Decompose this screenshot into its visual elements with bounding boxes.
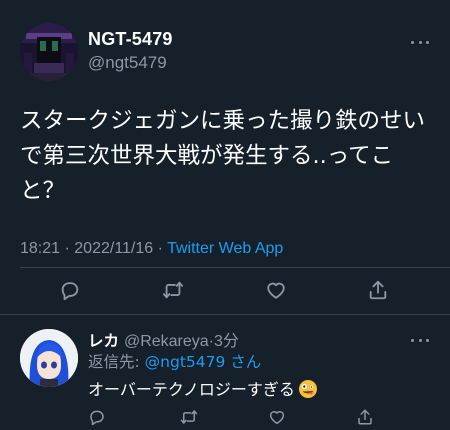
reply-display-name[interactable]: レカ (88, 332, 119, 350)
share-button[interactable] (364, 276, 392, 304)
reply-author-avatar[interactable] (20, 329, 78, 387)
retweet-icon (162, 281, 184, 299)
tweet-source-link[interactable]: Twitter Web App (167, 240, 283, 257)
reply-header: レカ @Rekareya·3分 (88, 327, 239, 351)
reply-text-body: オーバーテクノロジーすぎる (88, 380, 295, 399)
tweet-detail-view: NGT-5479 @ngt5479 スタークジェガンに乗った撮り鉄のせいで第三次… (0, 0, 450, 430)
zany-face-icon (298, 379, 318, 403)
like-button[interactable] (262, 276, 290, 304)
more-options-button[interactable] (408, 34, 432, 50)
heart-icon (269, 411, 285, 425)
replying-to: 返信先: @ngt5479 さん (88, 350, 261, 372)
reply-more-options-button[interactable] (408, 332, 432, 348)
author-handle[interactable]: @ngt5479 (88, 53, 167, 73)
more-horizontal-icon (411, 40, 414, 44)
share-icon (358, 409, 372, 425)
tweet-date[interactable]: 2022/11/16 (74, 240, 153, 257)
replying-to-label: 返信先: (88, 353, 140, 371)
reply-button[interactable] (56, 276, 84, 304)
tweet-time[interactable]: 18:21 (20, 240, 60, 257)
divider (0, 314, 450, 315)
reply-age[interactable]: 3分 (214, 333, 239, 350)
reply-reply-button[interactable] (88, 408, 110, 430)
reply-retweet-button[interactable] (180, 408, 202, 430)
more-horizontal-icon (411, 338, 414, 342)
tweet-text: スタークジェガンに乗った撮り鉄のせいで第三次世界大戦が発生する..ってこと？ (20, 108, 426, 204)
meta-separator: · (157, 240, 163, 257)
reply-share-button[interactable] (356, 408, 378, 430)
tweet-metadata: 18:21 · 2022/11/16 · Twitter Web App (20, 240, 283, 258)
meta-separator: · (64, 240, 70, 257)
author-avatar[interactable] (20, 23, 78, 81)
reply-handle[interactable]: @Rekareya (124, 333, 209, 350)
replying-to-mention[interactable]: @ngt5479 さん (145, 353, 262, 371)
divider (20, 267, 450, 268)
retweet-icon (180, 410, 198, 424)
tweet-action-bar (0, 276, 450, 304)
heart-icon (267, 282, 285, 299)
retweet-button[interactable] (159, 276, 187, 304)
share-icon (369, 280, 387, 300)
author-display-name[interactable]: NGT-5479 (88, 29, 173, 50)
reply-like-button[interactable] (268, 408, 290, 430)
reply-icon (61, 282, 79, 301)
reply-action-bar (0, 408, 450, 430)
reply-icon (90, 410, 104, 426)
reply-text: オーバーテクノロジーすぎる (88, 376, 318, 403)
